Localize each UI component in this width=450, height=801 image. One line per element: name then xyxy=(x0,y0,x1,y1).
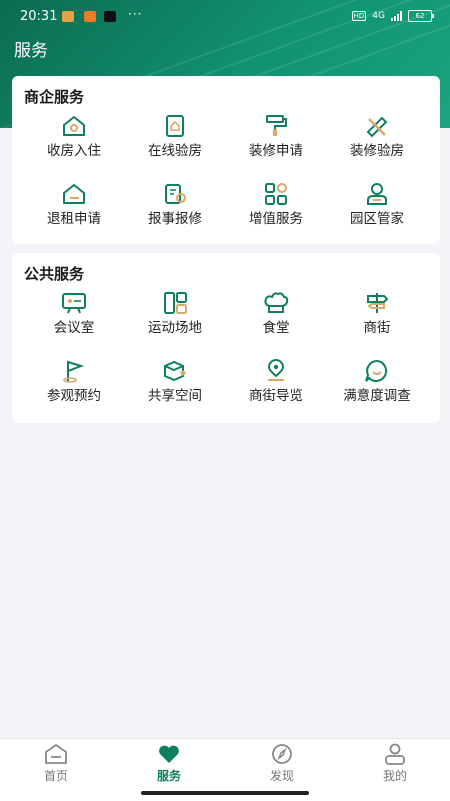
service-renovation-apply[interactable]: 装修申请 xyxy=(226,114,326,174)
house-check-icon xyxy=(166,115,184,137)
service-label: 报事报修 xyxy=(148,211,202,227)
nav-home[interactable]: 首页 xyxy=(6,743,106,784)
ruler-pencil-icon xyxy=(366,116,388,138)
nav-services[interactable]: 服务 xyxy=(119,743,219,784)
chef-hat-icon xyxy=(264,292,289,313)
service-commercial-street[interactable]: 商街 xyxy=(327,291,427,351)
service-lease-termination[interactable]: 退租申请 xyxy=(24,182,124,242)
meeting-board-icon xyxy=(62,293,86,314)
service-label: 装修验房 xyxy=(350,143,404,159)
more-notifications-icon: ··· xyxy=(128,7,143,21)
service-repair-report[interactable]: 报事报修 xyxy=(125,182,225,242)
status-bar: 20:31 ··· HD 4G 62 xyxy=(0,0,450,34)
signal-icon xyxy=(391,11,402,21)
service-canteen[interactable]: 食堂 xyxy=(226,291,326,351)
service-move-in[interactable]: 收房入住 xyxy=(24,114,124,174)
app-notification-icon xyxy=(62,11,74,22)
nav-discover[interactable]: 发现 xyxy=(232,743,332,784)
service-street-guide[interactable]: 商街导览 xyxy=(226,359,326,419)
page-title: 服务 xyxy=(14,41,48,61)
status-time: 20:31 xyxy=(20,9,58,24)
service-value-added[interactable]: 增值服务 xyxy=(226,182,326,242)
service-label: 运动场地 xyxy=(148,320,202,336)
service-label: 会议室 xyxy=(53,320,95,336)
nav-label: 服务 xyxy=(156,769,181,783)
mi-notification-icon xyxy=(84,11,96,22)
service-label: 满意度调查 xyxy=(343,388,411,404)
house-key-icon xyxy=(63,116,85,136)
service-label: 收房入住 xyxy=(47,143,101,159)
signpost-icon xyxy=(367,293,389,313)
smile-chat-icon xyxy=(365,359,388,382)
person-icon xyxy=(367,183,387,205)
home-icon xyxy=(45,744,67,764)
map-pin-icon xyxy=(267,359,285,381)
grid-apps-icon xyxy=(265,183,287,205)
service-label: 在线验房 xyxy=(148,143,202,159)
network-label: 4G xyxy=(372,11,385,21)
service-online-inspection[interactable]: 在线验房 xyxy=(125,114,225,174)
flag-icon xyxy=(63,360,85,383)
section-title: 商企服务 xyxy=(24,88,85,106)
battery-icon: 62 xyxy=(408,10,434,22)
nav-label: 发现 xyxy=(269,769,294,783)
service-label: 退租申请 xyxy=(47,211,101,227)
service-satisfaction-survey[interactable]: 满意度调查 xyxy=(327,359,427,419)
business-services-card: 商企服务 收房入住 在线验房 装修申请 装修验房 退租申请 报事报修 增值服务 … xyxy=(12,76,440,244)
section-title: 公共服务 xyxy=(24,265,85,283)
profile-icon xyxy=(385,743,405,765)
service-label: 商街导览 xyxy=(249,388,303,404)
service-park-butler[interactable]: 园区管家 xyxy=(327,182,427,242)
service-visit-booking[interactable]: 参观预约 xyxy=(24,359,124,419)
compass-icon xyxy=(272,744,292,764)
service-sports-venue[interactable]: 运动场地 xyxy=(125,291,225,351)
nav-label: 我的 xyxy=(382,769,407,783)
status-indicators: HD 4G 62 xyxy=(351,10,434,22)
court-icon xyxy=(164,292,187,314)
hd-icon: HD xyxy=(351,11,367,21)
service-label: 园区管家 xyxy=(350,211,404,227)
service-label: 商街 xyxy=(363,320,391,336)
service-label: 食堂 xyxy=(262,320,290,336)
service-label: 增值服务 xyxy=(249,211,303,227)
nav-label: 首页 xyxy=(43,769,68,783)
wrench-icon xyxy=(165,184,186,204)
paint-roller-icon xyxy=(266,115,287,136)
service-label: 共享空间 xyxy=(148,388,202,404)
tiktok-notification-icon xyxy=(104,11,116,22)
nav-mine[interactable]: 我的 xyxy=(345,743,445,784)
public-services-card: 公共服务 会议室 运动场地 食堂 商街 参观预约 共享空间 商街导览 满意度调查 xyxy=(12,253,440,423)
service-label: 装修申请 xyxy=(249,143,303,159)
home-indicator[interactable] xyxy=(141,791,309,795)
service-label: 参观预约 xyxy=(47,388,101,404)
service-renovation-inspection[interactable]: 装修验房 xyxy=(327,114,427,174)
house-exit-icon xyxy=(63,184,85,204)
service-shared-space[interactable]: 共享空间 xyxy=(125,359,225,419)
service-meeting-room[interactable]: 会议室 xyxy=(24,291,124,351)
share-box-icon xyxy=(164,360,186,382)
heart-icon xyxy=(159,745,179,763)
